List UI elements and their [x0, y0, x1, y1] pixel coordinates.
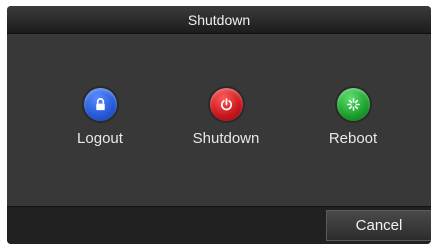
shutdown-button[interactable]: Shutdown — [176, 88, 276, 147]
dialog-title-bar: Shutdown — [7, 6, 431, 34]
dialog-footer: Cancel — [7, 206, 431, 244]
reboot-icon — [336, 88, 370, 121]
lock-icon — [83, 88, 117, 121]
reboot-label: Reboot — [328, 130, 378, 147]
shutdown-dialog: Shutdown Logout Shutdown Reboot Cancel — [7, 6, 431, 244]
logout-button[interactable]: Logout — [50, 88, 150, 147]
dialog-body: Logout Shutdown Reboot — [7, 35, 431, 206]
reboot-button[interactable]: Reboot — [303, 88, 403, 147]
shutdown-label: Shutdown — [192, 130, 260, 147]
power-icon — [209, 88, 243, 121]
dialog-title: Shutdown — [187, 11, 251, 28]
logout-label: Logout — [77, 130, 123, 147]
cancel-button[interactable]: Cancel — [326, 210, 431, 241]
